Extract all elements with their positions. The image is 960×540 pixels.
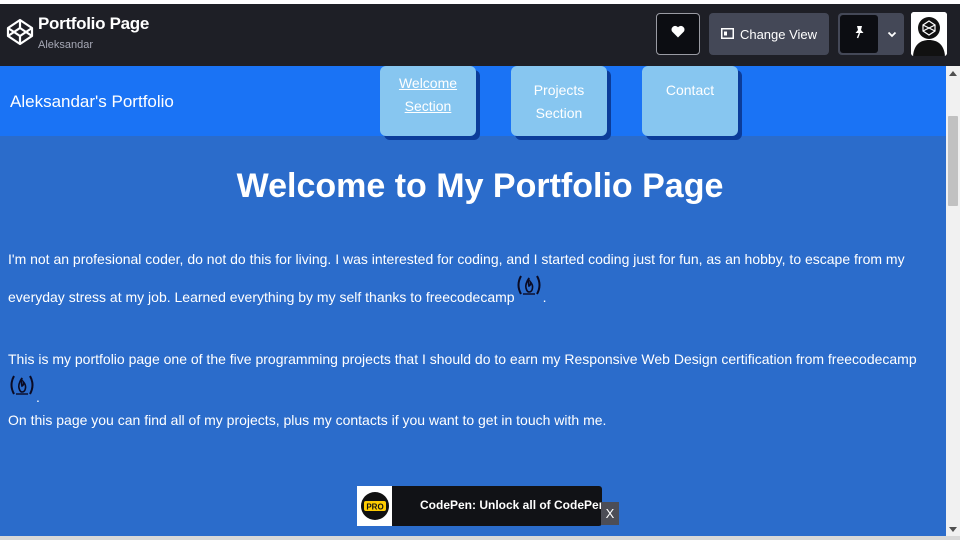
nav-contact[interactable]: Contact — [642, 66, 738, 136]
nav-welcome-section[interactable]: Welcome Section — [380, 66, 476, 136]
intro-paragraph-suffix: . — [542, 289, 547, 305]
pin-icon — [853, 25, 865, 44]
freecodecamp-icon — [8, 374, 36, 396]
scroll-up-arrow-icon[interactable] — [946, 66, 960, 80]
pen-title[interactable]: Portfolio Page — [38, 14, 149, 34]
scroll-thumb[interactable] — [948, 116, 958, 206]
preview-scrollbar[interactable] — [946, 66, 960, 536]
pin-dropdown-button[interactable] — [880, 13, 904, 55]
intro-paragraph: I'm not an profesional coder, do not do … — [8, 244, 944, 312]
pin-button[interactable] — [840, 15, 878, 53]
change-view-label: Change View — [739, 26, 818, 42]
freecodecamp-icon — [515, 274, 543, 296]
close-promo-button[interactable]: X — [601, 502, 619, 525]
pro-badge-icon: PRO — [357, 486, 392, 526]
contact-paragraph: On this page you can find all of my proj… — [8, 412, 607, 428]
bottom-edge — [0, 536, 960, 540]
pin-button-group — [838, 13, 904, 55]
nav-projects-line1: Projects — [533, 82, 585, 98]
project-paragraph-suffix: . — [36, 389, 40, 405]
codepen-logo-icon[interactable] — [6, 18, 34, 46]
chevron-down-icon — [887, 25, 897, 43]
intro-paragraph-text: I'm not an profesional coder, do not do … — [8, 251, 905, 305]
layout-view-icon — [720, 27, 734, 42]
love-button[interactable] — [656, 13, 700, 55]
heart-icon — [671, 25, 685, 43]
pen-author[interactable]: Aleksandar — [38, 39, 93, 51]
nav-contact-label: Contact — [665, 82, 715, 98]
scroll-down-arrow-icon[interactable] — [946, 522, 960, 536]
portfolio-brand: Aleksandar's Portfolio — [10, 92, 174, 111]
codepen-header: Portfolio Page Aleksandar Change View — [0, 4, 960, 66]
project-paragraph-text: This is my portfolio page one of the fiv… — [8, 351, 917, 367]
welcome-heading: Welcome to My Portfolio Page — [236, 167, 724, 205]
user-avatar[interactable] — [911, 12, 947, 56]
change-view-button[interactable]: Change View — [709, 13, 829, 55]
portfolio-navbar: Aleksandar's Portfolio Welcome Section P… — [0, 66, 946, 136]
project-paragraph: This is my portfolio page one of the fiv… — [8, 344, 944, 412]
nav-welcome-line2: Section — [404, 98, 452, 114]
nav-projects-line2: Section — [535, 105, 583, 121]
pro-badge-text: PRO — [366, 503, 383, 512]
pro-promo-banner[interactable]: PRO CodePen: Unlock all of CodePen — [357, 486, 606, 526]
pen-preview: Aleksandar's Portfolio Welcome Section P… — [0, 66, 946, 536]
nav-welcome-line1: Welcome — [398, 75, 458, 91]
promo-text: CodePen: Unlock all of CodePen — [420, 498, 607, 512]
nav-projects-section[interactable]: Projects Section — [511, 66, 607, 136]
